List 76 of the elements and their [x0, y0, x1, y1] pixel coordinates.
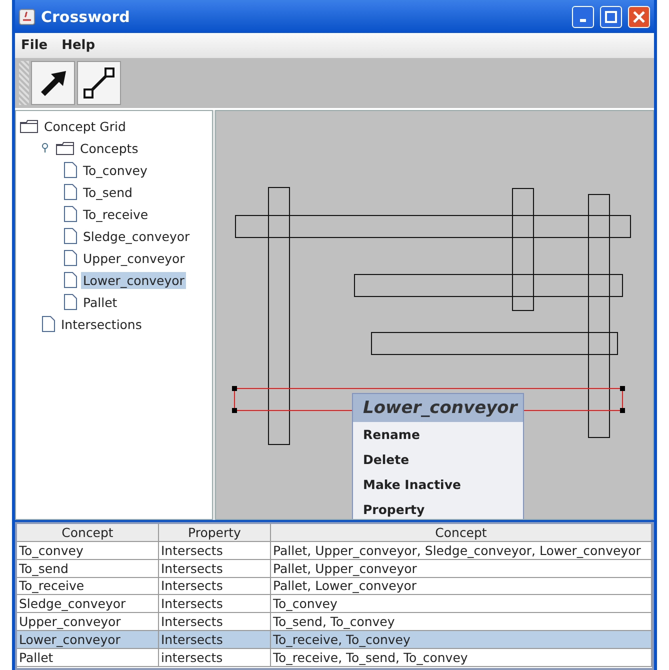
horizontal-word-slot[interactable] — [371, 332, 618, 355]
maximize-icon — [605, 10, 617, 22]
document-icon — [64, 206, 77, 222]
context-menu-item[interactable]: Make Inactive — [353, 472, 523, 497]
tree-item[interactable]: Sledge_conveyor — [81, 228, 192, 244]
table-cell: To_send — [17, 560, 159, 578]
table-cell: To_receive, To_send, To_convey — [271, 648, 652, 667]
context-menu-item[interactable]: Rename — [353, 422, 523, 447]
close-icon — [633, 10, 645, 22]
tool-button[interactable] — [77, 61, 121, 105]
tree-item[interactable]: To_convey — [81, 162, 150, 178]
maximize-button[interactable] — [600, 6, 622, 28]
tree-item[interactable]: Concept Grid — [42, 118, 128, 134]
horizontal-word-slot[interactable] — [354, 274, 623, 297]
table-cell: Intersects — [159, 542, 271, 560]
app-icon — [19, 8, 35, 24]
column-header[interactable]: Concept — [271, 524, 652, 542]
table-cell: Pallet, Upper_conveyor, Sledge_conveyor, Lower_conveyor — [271, 542, 652, 560]
table-cell: Intersects — [159, 595, 271, 614]
connector-icon — [83, 67, 115, 99]
vertical-word-slot[interactable] — [268, 187, 290, 445]
table-cell: intersects — [159, 648, 271, 667]
table-cell: Pallet — [17, 648, 159, 667]
tree-item[interactable]: Upper_conveyor — [81, 250, 187, 266]
resize-handle[interactable] — [232, 408, 237, 413]
vertical-word-slot[interactable] — [512, 188, 534, 311]
document-icon — [64, 228, 77, 244]
table-cell: Intersects — [159, 560, 271, 578]
close-button[interactable] — [628, 6, 650, 28]
tree-item[interactable]: Concepts — [78, 140, 140, 156]
minimize-icon — [580, 19, 586, 22]
window-title: Crossword — [41, 8, 130, 26]
table-cell: To_receive, To_convey — [271, 630, 652, 649]
document-icon — [64, 184, 77, 200]
horizontal-word-slot[interactable] — [235, 215, 631, 238]
table-row[interactable]: Sledge_conveyor Intersects To_convey — [17, 595, 652, 613]
toolbar-grip[interactable] — [19, 61, 29, 105]
tree-item[interactable]: To_receive — [81, 206, 150, 222]
column-header[interactable]: Concept — [17, 524, 159, 542]
minimize-button[interactable] — [572, 6, 594, 28]
table-row[interactable]: To_receive Intersects Pallet, Lower_conveyor — [17, 577, 652, 596]
table-cell: To_receive — [17, 577, 159, 596]
table-row[interactable]: Lower_conveyor Intersects To_receive, To_convey — [17, 630, 652, 649]
resize-handle[interactable] — [620, 408, 625, 413]
menu-item[interactable]: File — [21, 38, 48, 53]
menu-item[interactable]: Help — [62, 38, 96, 53]
table-row[interactable]: Pallet intersects To_receive, To_send, To_convey — [17, 648, 652, 666]
vertical-word-slot[interactable] — [588, 194, 610, 438]
table-cell: Sledge_conveyor — [17, 595, 159, 614]
document-icon — [64, 294, 77, 310]
document-icon — [64, 250, 77, 266]
table-cell: Intersects — [159, 630, 271, 649]
document-icon — [64, 162, 77, 178]
context-menu-item[interactable]: Property — [353, 497, 523, 519]
tree-item[interactable]: Pallet — [81, 294, 120, 310]
table-cell: Pallet, Lower_conveyor — [271, 577, 652, 596]
folder-icon — [20, 120, 38, 132]
document-icon — [64, 272, 77, 288]
column-header[interactable]: Property — [159, 524, 271, 542]
context-menu-item[interactable]: Delete — [353, 447, 523, 472]
folder-icon — [56, 142, 74, 154]
resize-handle[interactable] — [620, 386, 625, 391]
tree-item[interactable]: To_send — [81, 184, 134, 200]
resize-handle[interactable] — [232, 386, 237, 391]
tree-item[interactable]: Lower_conveyor — [81, 272, 186, 288]
table-cell: Pallet, Upper_conveyor — [271, 560, 652, 578]
table-cell: Lower_conveyor — [17, 630, 159, 649]
table-cell: To_convey — [271, 595, 652, 614]
table-row[interactable]: To_send Intersects Pallet, Upper_conveyor — [17, 560, 652, 578]
document-icon — [42, 316, 55, 332]
table-cell: To_convey — [17, 542, 159, 560]
table-cell: Intersects — [159, 577, 271, 596]
tool-button[interactable] — [31, 61, 75, 105]
tree-item[interactable]: Intersections — [59, 316, 144, 332]
table-row[interactable]: To_convey Intersects Pallet, Upper_conveyor, Sledge_conveyor, Lower_conveyor — [17, 542, 652, 560]
context-menu-title: Lower_conveyor — [353, 394, 523, 422]
